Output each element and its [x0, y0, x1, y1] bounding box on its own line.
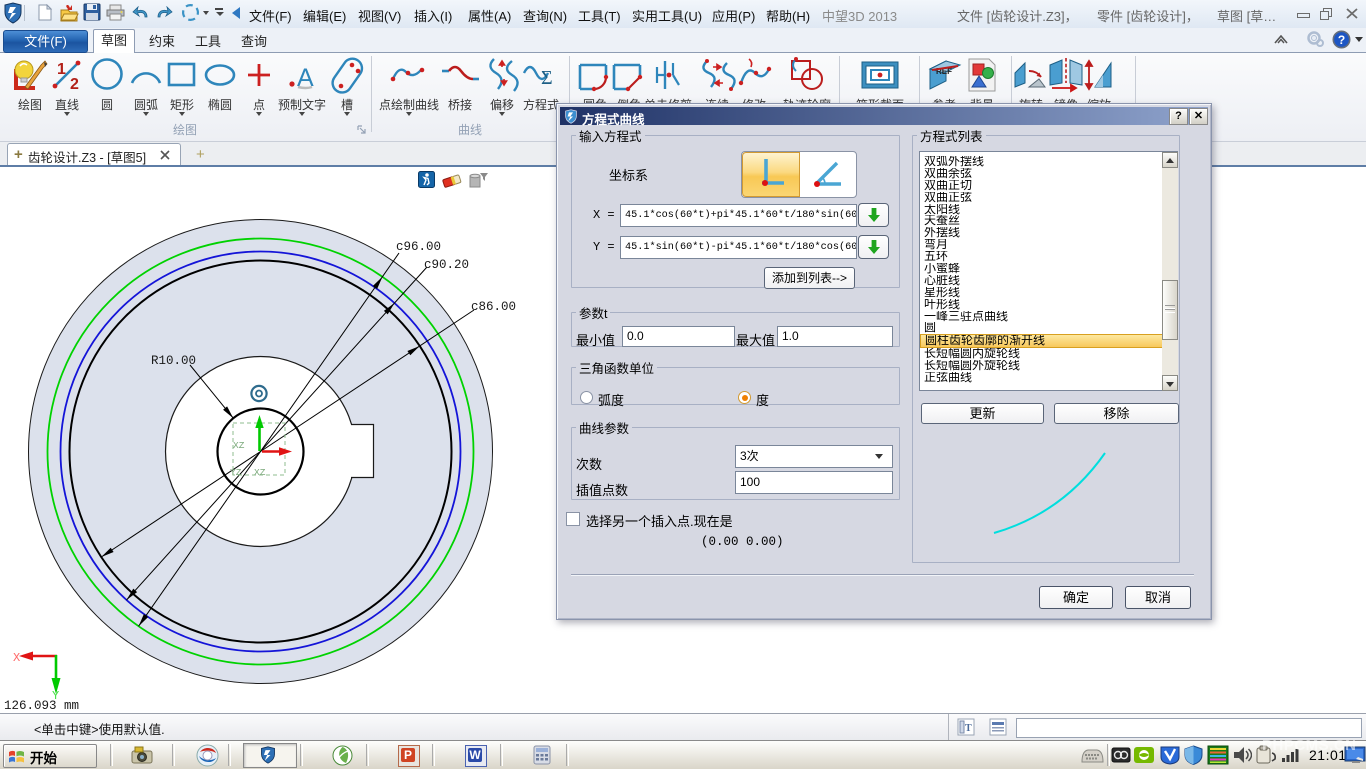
svg-text:XZ: XZ	[254, 467, 266, 478]
svg-text:c96.00: c96.00	[396, 240, 441, 254]
svg-text:YZ: YZ	[230, 467, 242, 478]
svg-text:1: 1	[57, 61, 66, 78]
svg-text:Σ: Σ	[541, 67, 553, 89]
svg-text:2: 2	[70, 76, 79, 93]
svg-text:XZ: XZ	[233, 440, 245, 451]
svg-text:A: A	[297, 64, 314, 92]
svg-text:?: ?	[1338, 33, 1345, 47]
svg-text:R10.00: R10.00	[151, 354, 196, 368]
svg-text:X: X	[13, 651, 20, 665]
svg-text:c90.20: c90.20	[424, 258, 469, 272]
svg-text:T: T	[965, 723, 972, 734]
svg-text:126.093 mm: 126.093 mm	[4, 699, 79, 713]
svg-text:c86.00: c86.00	[471, 300, 516, 314]
